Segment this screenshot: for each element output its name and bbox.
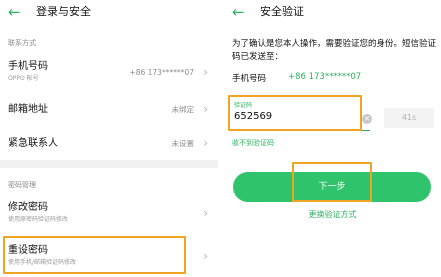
phone-row-title: 手机号码: [8, 61, 48, 72]
login-security-screen: ← 登录与安全 联系方式 手机号码 OPPO 帐号 +86 173******0…: [0, 0, 218, 277]
verification-code-field[interactable]: 验证码 652569: [230, 94, 368, 130]
email-row-title: 邮箱地址: [8, 104, 48, 115]
section-divider: [0, 160, 218, 168]
chevron-right-icon: ›: [203, 65, 208, 79]
phone-label: 手机号码: [232, 74, 267, 84]
back-arrow-icon[interactable]: ←: [232, 3, 245, 21]
code-input[interactable]: 652569: [234, 111, 344, 122]
phone-row-value: +86 173******07: [129, 68, 194, 77]
emergency-contact-row[interactable]: 紧急联系人 未设置 ›: [0, 131, 218, 157]
resend-countdown-button[interactable]: 41s: [384, 108, 434, 128]
phone-number: +86 173******07: [288, 72, 362, 82]
security-verification-screen: ← 安全验证 为了确认是您本人操作，需要验证您的身份。短信验证码已发送至： 手机…: [224, 0, 441, 277]
chevron-right-icon: ›: [203, 206, 208, 220]
next-step-button[interactable]: 下一步: [233, 172, 431, 202]
clear-input-icon[interactable]: ✕: [362, 114, 372, 124]
chevron-right-icon: ›: [203, 249, 208, 263]
reset-password-title: 重设密码: [8, 245, 48, 256]
title-bar: ← 登录与安全: [0, 0, 218, 28]
page-title: 安全验证: [260, 5, 304, 18]
section-label-password: 密码管理: [8, 181, 36, 189]
verification-intro-text: 为了确认是您本人操作，需要验证您的身份。短信验证码已发送至：: [232, 39, 437, 62]
emergency-row-value: 未设置: [171, 139, 195, 148]
title-bar: ← 安全验证: [224, 0, 441, 28]
change-password-sub: 使用原密码验证码修改: [8, 216, 69, 223]
chevron-right-icon: ›: [203, 102, 208, 116]
email-row-value: 未绑定: [171, 105, 195, 114]
back-arrow-icon[interactable]: ←: [8, 3, 21, 21]
change-password-row[interactable]: 修改密码 使用原密码验证码修改 ›: [0, 194, 218, 230]
phone-row[interactable]: 手机号码 OPPO 帐号 +86 173******07 ›: [0, 52, 218, 90]
code-input-underline: [230, 130, 370, 131]
switch-verification-method-link[interactable]: 更换验证方式: [224, 209, 441, 220]
emergency-row-title: 紧急联系人: [8, 138, 58, 149]
no-code-link[interactable]: 收不到验证码: [232, 138, 274, 148]
change-password-title: 修改密码: [8, 202, 48, 213]
section-label-contact: 联系方式: [8, 39, 36, 47]
chevron-right-icon: ›: [203, 136, 208, 150]
reset-password-row[interactable]: 重设密码 使用手机/邮箱验证码修改 ›: [0, 238, 218, 274]
email-row[interactable]: 邮箱地址 未绑定 ›: [0, 96, 218, 124]
phone-row-sub: OPPO 帐号: [8, 75, 39, 82]
reset-password-sub: 使用手机/邮箱验证码修改: [8, 259, 77, 266]
code-field-label: 验证码: [234, 102, 253, 109]
page-title: 登录与安全: [36, 5, 91, 18]
